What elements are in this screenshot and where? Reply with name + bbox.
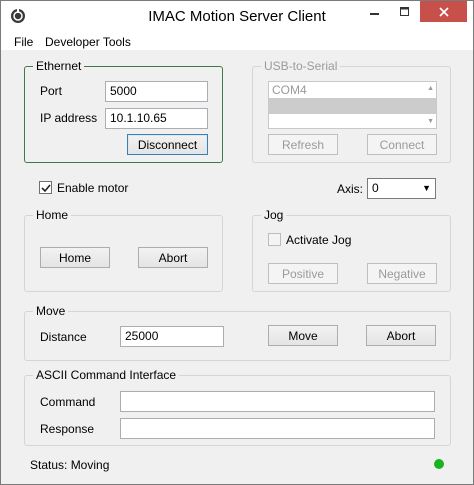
axis-select[interactable]: 0 ▼ bbox=[367, 178, 436, 199]
maximize-icon bbox=[400, 6, 409, 16]
minimize-button[interactable] bbox=[361, 1, 389, 22]
list-item[interactable]: COM4 bbox=[269, 82, 436, 98]
distance-label: Distance bbox=[40, 330, 87, 344]
activate-jog-label: Activate Jog bbox=[286, 233, 352, 247]
response-field bbox=[120, 418, 435, 439]
move-group: Move Distance 25000 Move Abort bbox=[24, 304, 451, 361]
move-abort-button[interactable]: Abort bbox=[366, 325, 436, 346]
distance-input[interactable]: 25000 bbox=[120, 326, 224, 347]
list-item[interactable] bbox=[269, 98, 436, 114]
app-window: IMAC Motion Server Client File Developer… bbox=[0, 0, 474, 485]
minimize-icon bbox=[370, 12, 379, 15]
menu-file[interactable]: File bbox=[14, 35, 33, 49]
response-label: Response bbox=[40, 422, 95, 436]
com-port-list[interactable]: COM4 ▲ ▼ bbox=[268, 81, 437, 129]
close-icon bbox=[438, 6, 449, 17]
checkmark-icon bbox=[40, 183, 51, 192]
port-label: Port bbox=[40, 84, 63, 98]
enable-motor-checkbox[interactable] bbox=[39, 181, 52, 194]
home-button[interactable]: Home bbox=[40, 247, 110, 268]
status-text: Status: Moving bbox=[30, 458, 110, 472]
axis-label: Axis: bbox=[337, 182, 364, 196]
scroll-down-icon[interactable]: ▼ bbox=[427, 118, 434, 125]
home-legend: Home bbox=[33, 208, 72, 222]
connect-button[interactable]: Connect bbox=[367, 134, 437, 155]
home-group: Home Home Abort bbox=[24, 208, 223, 292]
port-input[interactable]: 5000 bbox=[105, 81, 208, 102]
ip-address-label: IP address bbox=[40, 111, 98, 125]
menu-developer-tools[interactable]: Developer Tools bbox=[45, 35, 131, 49]
disconnect-button[interactable]: Disconnect bbox=[127, 134, 208, 155]
activate-jog-checkbox[interactable] bbox=[268, 233, 281, 246]
ethernet-legend: Ethernet bbox=[33, 59, 85, 73]
usb-serial-group: USB-to-Serial COM4 ▲ ▼ Refresh Connect bbox=[252, 59, 451, 163]
ethernet-group: Ethernet Port 5000 IP address 10.1.10.65… bbox=[24, 59, 223, 163]
usb-serial-legend: USB-to-Serial bbox=[261, 59, 341, 73]
menu-bar: File Developer Tools bbox=[1, 31, 473, 51]
move-button[interactable]: Move bbox=[268, 325, 338, 346]
scroll-up-icon[interactable]: ▲ bbox=[427, 85, 434, 92]
jog-positive-button[interactable]: Positive bbox=[268, 263, 338, 284]
chevron-down-icon: ▼ bbox=[422, 183, 431, 193]
jog-legend: Jog bbox=[261, 208, 287, 222]
maximize-button[interactable] bbox=[391, 1, 419, 22]
jog-negative-button[interactable]: Negative bbox=[367, 263, 437, 284]
ip-address-input[interactable]: 10.1.10.65 bbox=[105, 108, 208, 129]
command-label: Command bbox=[40, 395, 96, 409]
status-indicator-icon bbox=[434, 459, 444, 469]
jog-group: Jog Activate Jog Positive Negative bbox=[252, 208, 451, 292]
title-bar: IMAC Motion Server Client bbox=[1, 1, 473, 31]
home-abort-button[interactable]: Abort bbox=[138, 247, 208, 268]
ascii-command-legend: ASCII Command Interface bbox=[33, 368, 180, 382]
axis-value: 0 bbox=[372, 181, 379, 195]
ascii-command-group: ASCII Command Interface Command Response bbox=[24, 368, 451, 446]
refresh-button[interactable]: Refresh bbox=[268, 134, 338, 155]
move-legend: Move bbox=[33, 304, 69, 318]
command-input[interactable] bbox=[120, 391, 435, 412]
enable-motor-label: Enable motor bbox=[57, 181, 129, 195]
close-button[interactable] bbox=[420, 1, 467, 22]
